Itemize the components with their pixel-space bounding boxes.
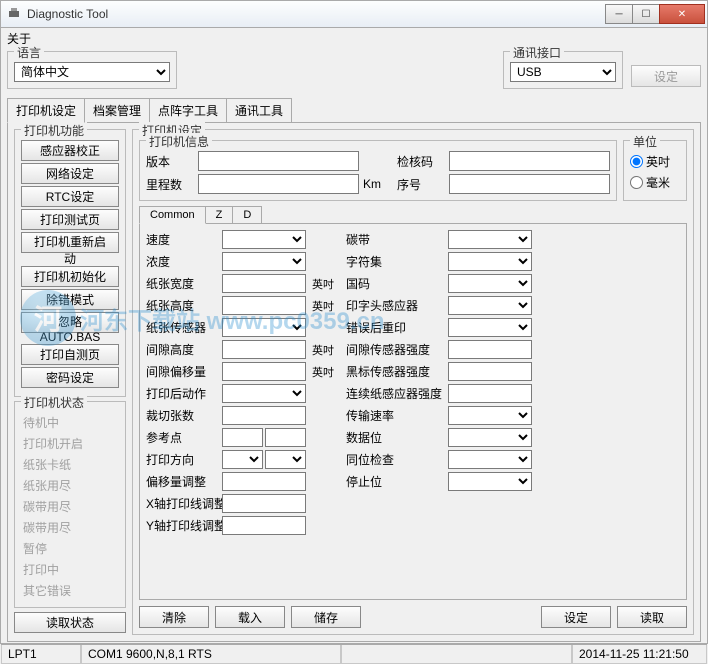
speed-select[interactable] (222, 230, 306, 249)
mileage-field[interactable] (198, 174, 359, 194)
unit-inch-radio[interactable] (630, 155, 643, 168)
language-select[interactable]: 简体中文 (14, 62, 170, 82)
func-rtc[interactable]: RTC设定 (21, 186, 119, 207)
comm-select[interactable]: USB (510, 62, 616, 82)
mirror-select[interactable] (265, 450, 306, 469)
media-sensor-select[interactable] (222, 318, 306, 337)
mileage-label: 里程数 (146, 176, 194, 193)
status-datetime: 2014-11-25 11:21:50 (572, 645, 707, 664)
bline-sensor-field[interactable] (448, 362, 532, 381)
databits-select[interactable] (448, 428, 532, 447)
shift-x-field[interactable] (222, 494, 306, 513)
cont-sensor-field[interactable] (448, 384, 532, 403)
paper-height-field[interactable] (222, 296, 306, 315)
status-spacer (341, 645, 572, 664)
comm-label: 通讯接口 (510, 44, 564, 61)
printer-func-label: 打印机功能 (21, 122, 87, 139)
shift-y-field[interactable] (222, 516, 306, 535)
status-item: 暂停 (21, 538, 119, 559)
tab-file-mgmt[interactable]: 档案管理 (84, 98, 150, 123)
status-com: COM1 9600,N,8,1 RTS (81, 645, 341, 664)
func-test-page[interactable]: 打印测试页 (21, 209, 119, 230)
maximize-button[interactable]: ☐ (632, 4, 660, 24)
post-action-select[interactable] (222, 384, 306, 403)
status-item: 纸张卡纸 (21, 454, 119, 475)
paper-width-field[interactable] (222, 274, 306, 293)
reprint-select[interactable] (448, 318, 532, 337)
func-ignore-autobas[interactable]: 忽略 AUTO.BAS (21, 312, 119, 333)
func-restart[interactable]: 打印机重新启动 (21, 232, 119, 253)
close-button[interactable]: ✕ (659, 4, 705, 24)
printer-status-label: 打印机状态 (21, 394, 87, 411)
subtab-d[interactable]: D (232, 206, 262, 224)
status-item: 碳带用尽 (21, 517, 119, 538)
ref-y-field[interactable] (265, 428, 306, 447)
offset-adj-field[interactable] (222, 472, 306, 491)
status-port: LPT1 (1, 645, 81, 664)
status-item: 待机中 (21, 412, 119, 433)
checksum-label: 检核码 (397, 153, 445, 170)
comm-set-button[interactable]: 设定 (631, 65, 701, 87)
charset-select[interactable] (448, 252, 532, 271)
gap-sensor-field[interactable] (448, 340, 532, 359)
clear-button[interactable]: 清除 (139, 606, 209, 628)
status-item: 碳带用尽 (21, 496, 119, 517)
version-field[interactable] (198, 151, 359, 171)
minimize-button[interactable]: ─ (605, 4, 633, 24)
density-select[interactable] (222, 252, 306, 271)
app-icon (7, 6, 23, 22)
country-select[interactable] (448, 274, 532, 293)
read-status-button[interactable]: 读取状态 (14, 612, 126, 633)
load-button[interactable]: 载入 (215, 606, 285, 628)
status-item: 打印中 (21, 559, 119, 580)
func-sensor-calib[interactable]: 感应器校正 (21, 140, 119, 161)
status-item: 纸张用尽 (21, 475, 119, 496)
head-sensor-select[interactable] (448, 296, 532, 315)
ribbon-select[interactable] (448, 230, 532, 249)
printer-info-legend: 打印机信息 (146, 133, 212, 150)
parity-select[interactable] (448, 450, 532, 469)
ref-x-field[interactable] (222, 428, 263, 447)
unit-mm-radio[interactable] (630, 176, 643, 189)
func-network[interactable]: 网络设定 (21, 163, 119, 184)
stopbits-select[interactable] (448, 472, 532, 491)
window-title: Diagnostic Tool (27, 7, 606, 21)
cut-count-field[interactable] (222, 406, 306, 425)
set-button[interactable]: 设定 (541, 606, 611, 628)
tab-bitmap-font[interactable]: 点阵字工具 (149, 98, 227, 123)
tab-printer-settings[interactable]: 打印机设定 (7, 98, 85, 123)
checksum-field[interactable] (449, 151, 610, 171)
unit-legend: 单位 (630, 133, 660, 150)
save-button[interactable]: 储存 (291, 606, 361, 628)
func-debug[interactable]: 除错模式 (21, 289, 119, 310)
baud-select[interactable] (448, 406, 532, 425)
gap-offset-field[interactable] (222, 362, 306, 381)
tab-comm-tool[interactable]: 通讯工具 (226, 98, 292, 123)
subtab-z[interactable]: Z (205, 206, 234, 224)
version-label: 版本 (146, 153, 194, 170)
serial-label: 序号 (397, 176, 445, 193)
serial-field[interactable] (449, 174, 610, 194)
direction-select[interactable] (222, 450, 263, 469)
status-item: 其它错误 (21, 580, 119, 601)
language-label: 语言 (14, 44, 44, 61)
km-label: Km (363, 177, 393, 191)
read-button[interactable]: 读取 (617, 606, 687, 628)
func-password[interactable]: 密码设定 (21, 367, 119, 388)
subtab-common[interactable]: Common (139, 206, 206, 224)
gap-height-field[interactable] (222, 340, 306, 359)
func-selftest[interactable]: 打印自测页 (21, 344, 119, 365)
status-item: 打印机开启 (21, 433, 119, 454)
func-init[interactable]: 打印机初始化 (21, 266, 119, 287)
